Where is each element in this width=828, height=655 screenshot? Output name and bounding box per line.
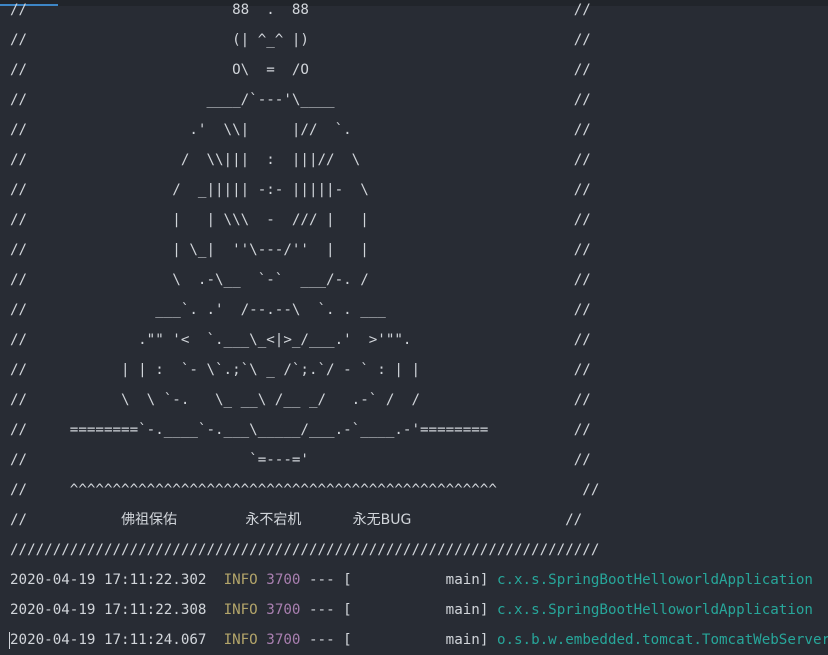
log-logger: c.x.s.SpringBootHelloworldApplication — [496, 572, 813, 588]
banner-line-text: // | \_| ''\---/'' | | // — [10, 242, 591, 258]
log-level: INFO — [223, 602, 258, 618]
banner-line-text: // (| ^_^ |) // — [10, 32, 591, 48]
banner-line: // (| ^_^ |) // — [0, 25, 828, 55]
log-line-current[interactable]: 2020-04-19 17:11:24.067 INFO 3700 --- [ … — [0, 625, 828, 655]
banner-carets-text: // ^^^^^^^^^^^^^^^^^^^^^^^^^^^^^^^^^^^^^… — [10, 482, 600, 498]
banner-line-text: // \ \ `-. \_ __\ /__ _/ .-` / / // — [10, 392, 591, 408]
log-thread: main] — [351, 572, 489, 588]
log-pid: 3700 — [266, 602, 301, 618]
banner-line: // ========`-.____`-.___\_____/___.-`___… — [0, 415, 828, 445]
log-separator: --- [ — [309, 572, 352, 588]
blessing-phrase-2: 永不宕机 — [245, 512, 302, 528]
banner-line-text: // .' \\| |// `. // — [10, 122, 591, 138]
log-level: INFO — [223, 632, 258, 648]
banner-line: // | | \\\ - /// | | // — [0, 205, 828, 235]
banner-line: // \ .-\__ `-` ___/-. / // — [0, 265, 828, 295]
log-level: INFO — [223, 572, 258, 588]
banner-line: // O\ = /O // — [0, 55, 828, 85]
banner-line: // 88 . 88 // — [0, 0, 828, 25]
banner-line-text: // O\ = /O // — [10, 62, 591, 78]
banner-line-text: // | | \\\ - /// | | // — [10, 212, 591, 228]
console-output[interactable]: // 88 . 88 // // (| ^_^ |) // // O\ = /O — [0, 0, 828, 655]
banner-line-text: // ____/`---'\____ // — [10, 92, 591, 108]
banner-line-text: // | | : `- \`.;`\ _ /`;.`/ - ` : | | // — [10, 362, 591, 378]
banner-slash-line: ////////////////////////////////////////… — [0, 535, 828, 565]
banner-line: // \ \ `-. \_ __\ /__ _/ .-` / / // — [0, 385, 828, 415]
banner-carets-line: // ^^^^^^^^^^^^^^^^^^^^^^^^^^^^^^^^^^^^^… — [0, 475, 828, 505]
banner-line: // | \_| ''\---/'' | | // — [0, 235, 828, 265]
log-pid: 3700 — [266, 632, 301, 648]
blessing-phrase-3: 永无BUG — [352, 512, 412, 528]
banner-line-text: // ."" '< `.___\_<|>_/___.' >'"". // — [10, 332, 591, 348]
banner-blessing-line: // 佛祖保佑 永不宕机 永无BUG // — [0, 505, 828, 535]
log-separator: --- [ — [309, 602, 352, 618]
banner-line: // ____/`---'\____ // — [0, 85, 828, 115]
banner-line: // / \\||| : |||// \ // — [0, 145, 828, 175]
log-thread: main] — [351, 602, 489, 618]
banner-line-text: // / \\||| : |||// \ // — [10, 152, 591, 168]
log-logger: o.s.b.w.embedded.tomcat.TomcatWebServer — [496, 632, 828, 648]
log-line: 2020-04-19 17:11:22.302 INFO 3700 --- [ … — [0, 565, 828, 595]
banner-line: // / _||||| -:- |||||- \ // — [0, 175, 828, 205]
log-timestamp: 2020-04-19 17:11:22.308 — [10, 602, 207, 618]
log-line: 2020-04-19 17:11:22.308 INFO 3700 --- [ … — [0, 595, 828, 625]
banner-line-text: // ========`-.____`-.___\_____/___.-`___… — [10, 422, 591, 438]
banner-line: // `=---=' // — [0, 445, 828, 475]
banner-line-text: // ___`. .' /--.--\ `. . ___ // — [10, 302, 591, 318]
log-separator: --- [ — [309, 632, 352, 648]
log-timestamp: 2020-04-19 17:11:24.067 — [10, 632, 207, 648]
log-pid: 3700 — [266, 572, 301, 588]
banner-line: // | | : `- \`.;`\ _ /`;.`/ - ` : | | // — [0, 355, 828, 385]
banner-line: // ."" '< `.___\_<|>_/___.' >'"". // — [0, 325, 828, 355]
banner-slash-text: ////////////////////////////////////////… — [10, 542, 600, 558]
log-thread: main] — [351, 632, 489, 648]
blessing-suffix: // — [565, 512, 583, 528]
log-logger: c.x.s.SpringBootHelloworldApplication — [496, 602, 813, 618]
text-cursor — [9, 632, 10, 649]
banner-line-text: // 88 . 88 // — [10, 2, 591, 18]
blessing-prefix: // — [10, 512, 28, 528]
banner-line-text: // / _||||| -:- |||||- \ // — [10, 182, 591, 198]
banner-line-text: // \ .-\__ `-` ___/-. / // — [10, 272, 591, 288]
banner-line: // .' \\| |// `. // — [0, 115, 828, 145]
banner-line: // ___`. .' /--.--\ `. . ___ // — [0, 295, 828, 325]
blessing-phrase-1: 佛祖保佑 — [121, 512, 178, 528]
banner-line-text: // `=---=' // — [10, 452, 591, 468]
log-timestamp: 2020-04-19 17:11:22.302 — [10, 572, 207, 588]
